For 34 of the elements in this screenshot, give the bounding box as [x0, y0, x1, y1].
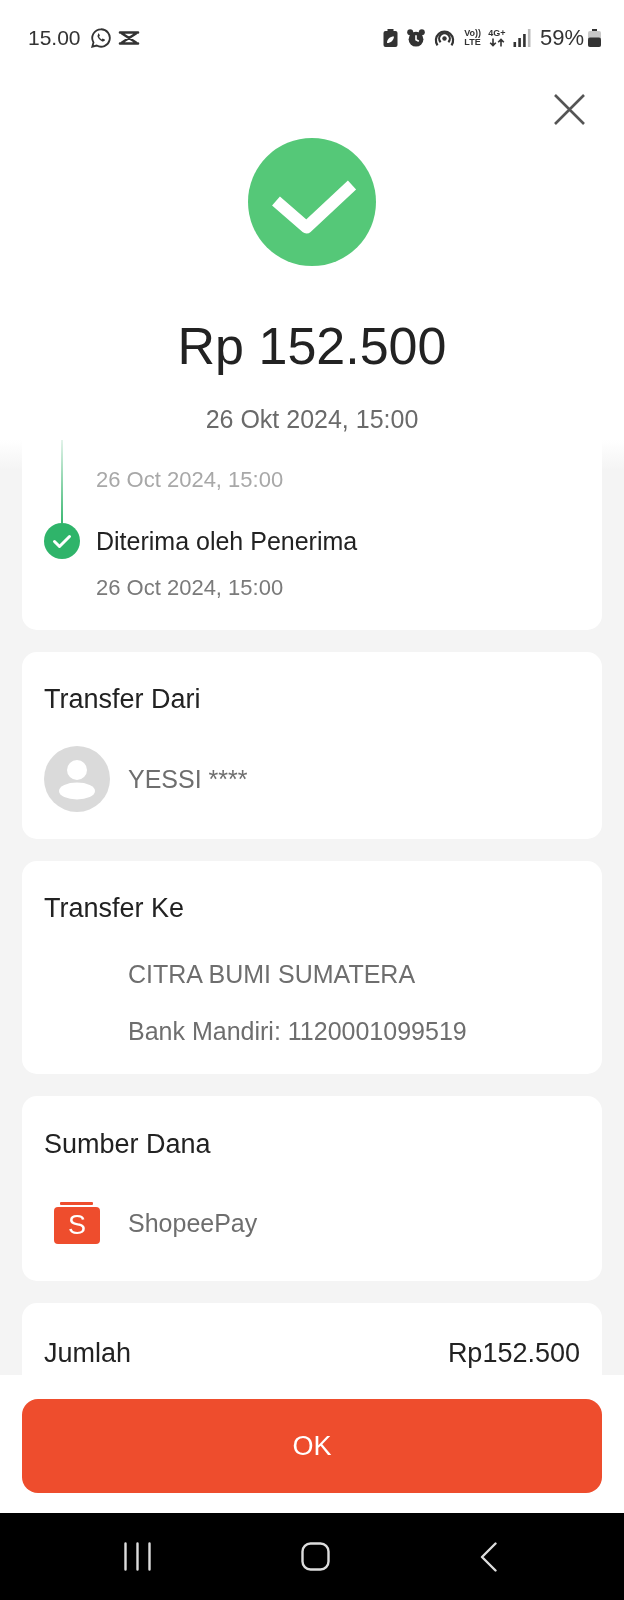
- volte-label: Vo)): [464, 28, 481, 38]
- detail-text: CITRA BUMI SUMATERA: [128, 959, 417, 990]
- avatar-icon: [44, 746, 110, 812]
- close-icon[interactable]: [554, 94, 585, 125]
- detail-text: ShopeePay: [128, 1208, 258, 1239]
- detail-text: Bank Mandiri: 1120001099519: [128, 1016, 467, 1047]
- amount-text: Rp 152.500: [177, 316, 447, 376]
- phone-bubble-icon: [89, 26, 112, 49]
- status-time: 15.00: [28, 25, 81, 50]
- lte-label: LTE: [464, 37, 481, 47]
- success-check-icon: [248, 138, 376, 266]
- bowtie-icon: [117, 30, 140, 45]
- battery-percent: 59%: [539, 25, 584, 50]
- summary-label: Jumlah: [44, 1337, 132, 1369]
- section-title: Sumber Dana: [44, 1128, 212, 1161]
- battery-icon: [588, 28, 601, 47]
- timeline-time: 26 Oct 2024, 15:00: [96, 466, 284, 494]
- signal-icon: [512, 28, 531, 47]
- ok-button[interactable]: OK: [22, 1399, 602, 1493]
- network-type-label: 4G+: [488, 28, 506, 38]
- detail-text: YESSI ****: [128, 764, 248, 795]
- battery-leaf-icon: [383, 28, 399, 47]
- transaction-date: 26 Okt 2024, 15:00: [205, 404, 419, 434]
- summary-value: Rp152.500: [447, 1337, 580, 1369]
- section-title: Transfer Dari: [44, 683, 202, 716]
- timeline-title: Diterima oleh Penerima: [96, 526, 358, 556]
- recents-icon[interactable]: [124, 1542, 151, 1571]
- home-icon[interactable]: [301, 1542, 330, 1571]
- alarm-clock-icon: [407, 28, 426, 47]
- data-arrows-icon: [487, 37, 506, 47]
- section-title: Transfer Ke: [44, 892, 186, 925]
- back-icon[interactable]: [480, 1541, 497, 1572]
- hotspot-icon: [434, 28, 456, 47]
- timeline-time: 26 Oct 2024, 15:00: [96, 574, 285, 602]
